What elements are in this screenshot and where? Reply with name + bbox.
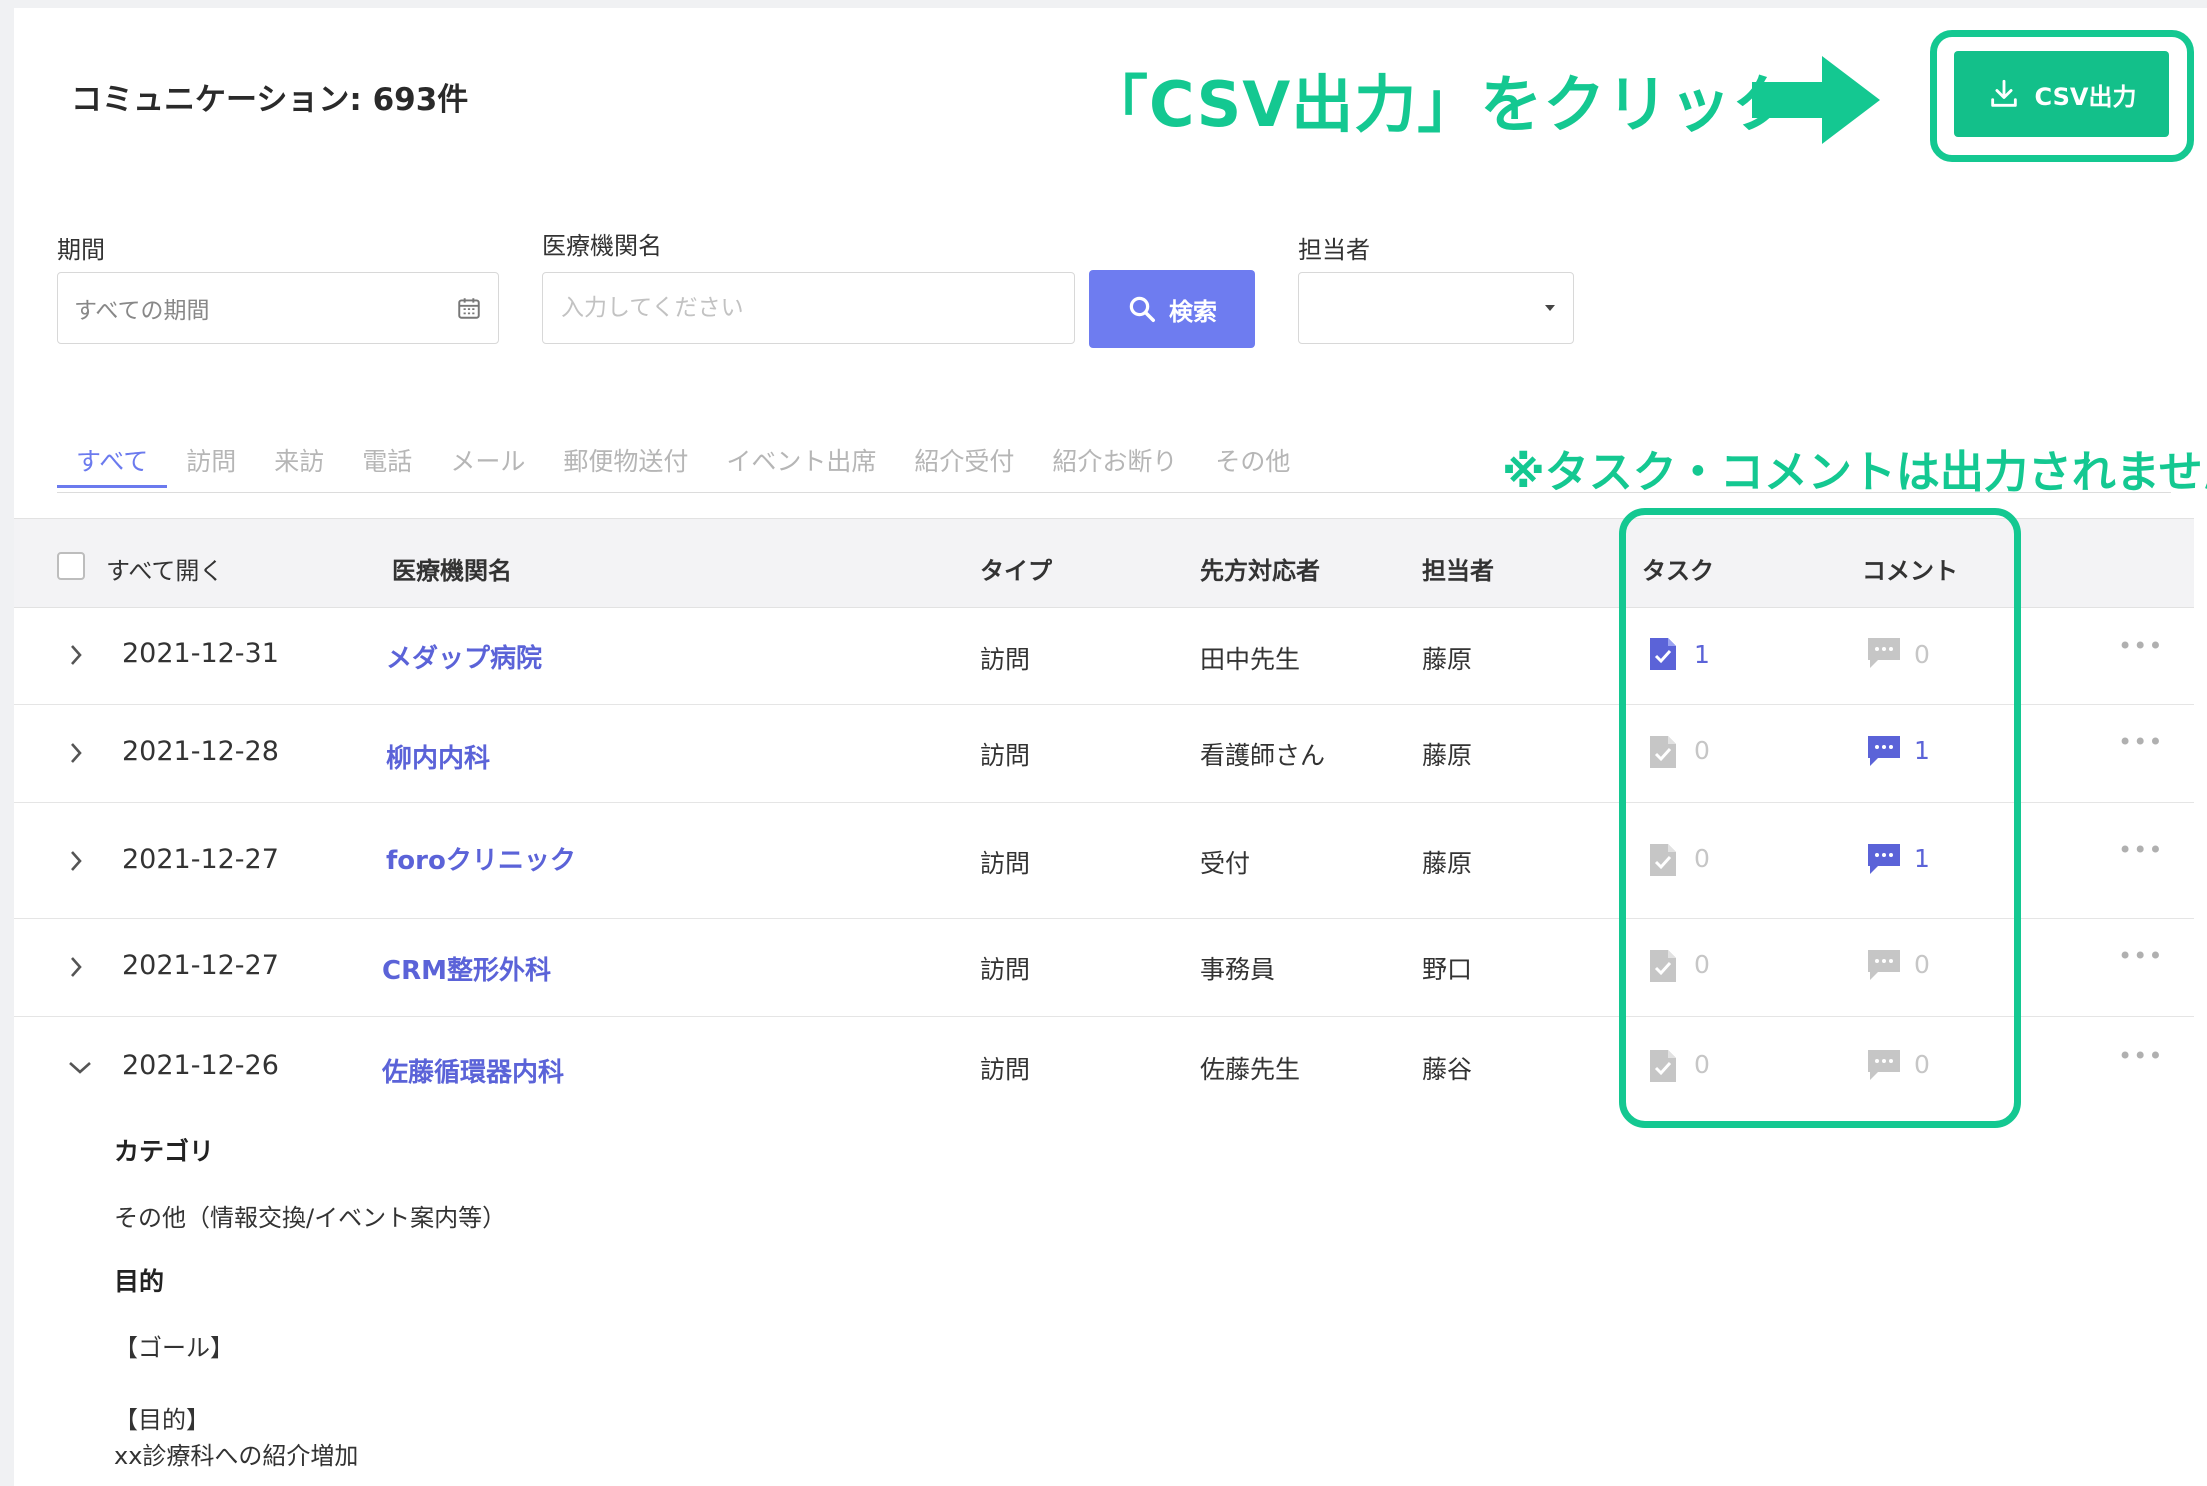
row-institution-link[interactable]: 佐藤循環器内科: [382, 1052, 564, 1089]
institution-label: 医療機関名: [542, 232, 662, 260]
row-type: 訪問: [980, 849, 1031, 878]
search-label: 検索: [1169, 297, 1217, 326]
tab-email[interactable]: メール: [431, 436, 544, 488]
chevron-right-icon[interactable]: [66, 954, 86, 980]
chevron-right-icon[interactable]: [66, 848, 86, 874]
annotation-click-csv: 「CSV出力」をクリック: [1086, 68, 1796, 141]
institution-input[interactable]: [559, 294, 1058, 322]
row-contact: 田中先生: [1200, 645, 1301, 674]
chevron-right-icon[interactable]: [66, 740, 86, 766]
detail-purpose-label: 目的: [114, 1267, 165, 1296]
tab-mail-sent[interactable]: 郵便物送付: [544, 436, 707, 488]
row-institution-link[interactable]: 柳内内科: [386, 738, 490, 775]
row-type: 訪問: [980, 741, 1031, 770]
page-title: コミュニケーション: 693件: [71, 82, 469, 118]
expand-all-label: すべて開く: [106, 557, 224, 585]
col-type: タイプ: [980, 557, 1052, 585]
row-type: 訪問: [980, 1055, 1031, 1084]
annotation-arrow-icon: [1752, 56, 1880, 144]
period-picker[interactable]: すべての期間: [57, 272, 499, 344]
row-type: 訪問: [980, 645, 1031, 674]
tab-referral-declined[interactable]: 紹介お断り: [1033, 436, 1196, 488]
caret-down-icon: [1545, 305, 1555, 311]
row-contact: 佐藤先生: [1200, 1055, 1301, 1084]
more-horizontal-icon[interactable]: •••: [2118, 1042, 2163, 1070]
more-horizontal-icon[interactable]: •••: [2118, 728, 2163, 756]
tab-event[interactable]: イベント出席: [707, 436, 895, 488]
owner-select[interactable]: [1298, 272, 1574, 344]
row-owner: 野口: [1422, 955, 1473, 984]
detail-category-value: その他（情報交換/イベント案内等）: [114, 1204, 507, 1232]
period-value: すべての期間: [74, 298, 210, 324]
row-date: 2021-12-31: [122, 638, 279, 669]
task-comment-highlight-frame: [1619, 508, 2021, 1128]
csv-export-button[interactable]: CSV出力: [1954, 51, 2169, 137]
row-owner: 藤原: [1422, 849, 1473, 878]
row-institution-link[interactable]: CRM整形外科: [382, 950, 551, 987]
row-type: 訪問: [980, 955, 1031, 984]
more-horizontal-icon[interactable]: •••: [2118, 836, 2163, 864]
col-institution: 医療機関名: [392, 557, 512, 585]
row-owner: 藤谷: [1422, 1055, 1473, 1084]
institution-field[interactable]: [542, 272, 1075, 344]
annotation-note: ※タスク・コメントは出力されません: [1502, 447, 2207, 498]
search-button[interactable]: 検索: [1089, 270, 1255, 348]
type-tabs: すべて 訪問 来訪 電話 メール 郵便物送付 イベント出席 紹介受付 紹介お断り…: [57, 436, 1309, 496]
row-contact: 事務員: [1200, 955, 1276, 984]
main-card: コミュニケーション: 693件 「CSV出力」をクリック CSV出力 期間 すべ…: [14, 8, 2207, 1486]
tab-other[interactable]: その他: [1196, 436, 1309, 488]
more-horizontal-icon[interactable]: •••: [2118, 632, 2163, 660]
csv-export-label: CSV出力: [2034, 82, 2137, 111]
col-contact: 先方対応者: [1200, 557, 1320, 585]
col-owner: 担当者: [1422, 557, 1494, 585]
row-date: 2021-12-27: [122, 950, 279, 981]
row-institution-link[interactable]: foroクリニック: [386, 840, 576, 877]
tab-visit[interactable]: 訪問: [167, 436, 255, 488]
tab-all[interactable]: すべて: [57, 436, 168, 488]
row-institution-link[interactable]: メダップ病院: [386, 638, 542, 675]
row-date: 2021-12-28: [122, 736, 279, 767]
detail-category-label: カテゴリ: [114, 1137, 215, 1166]
owner-label: 担当者: [1298, 236, 1370, 264]
expand-all-checkbox[interactable]: [57, 552, 85, 580]
row-owner: 藤原: [1422, 741, 1473, 770]
row-contact: 受付: [1200, 849, 1251, 878]
row-contact: 看護師さん: [1200, 741, 1326, 770]
chevron-right-icon[interactable]: [66, 642, 86, 668]
row-date: 2021-12-26: [122, 1050, 279, 1081]
calendar-icon: [458, 298, 480, 319]
more-horizontal-icon[interactable]: •••: [2118, 942, 2163, 970]
detail-purpose-value: xx診療科への紹介増加: [114, 1442, 359, 1470]
tab-referral-received[interactable]: 紹介受付: [895, 436, 1033, 488]
row-owner: 藤原: [1422, 645, 1473, 674]
download-icon: [1990, 79, 2017, 107]
search-icon: [1129, 296, 1155, 322]
row-date: 2021-12-27: [122, 844, 279, 875]
period-label: 期間: [57, 236, 105, 264]
detail-goal-heading: 【ゴール】: [114, 1334, 234, 1362]
detail-purpose-heading: 【目的】: [114, 1406, 210, 1434]
tab-incoming-visit[interactable]: 来訪: [255, 436, 343, 488]
tab-phone[interactable]: 電話: [343, 436, 431, 488]
chevron-down-icon[interactable]: [66, 1058, 94, 1078]
